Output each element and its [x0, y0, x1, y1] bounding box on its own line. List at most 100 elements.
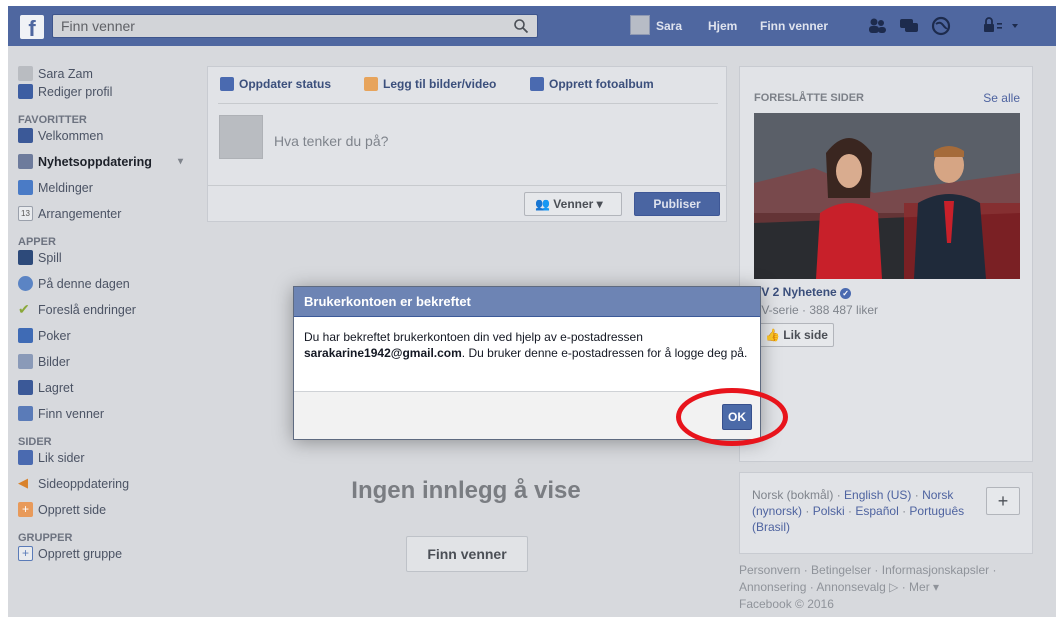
footer-links: Personvern · Betingelser · Informasjonsk…	[739, 562, 1039, 613]
caret-down-icon[interactable]: ▾	[178, 154, 183, 170]
suggested-pages-title: FORESLÅTTE SIDER	[754, 92, 865, 104]
sidebar-item-pages-feed[interactable]: ◀ Sideoppdatering	[18, 476, 208, 502]
sidebar-item-news-feed[interactable]: Nyhetsoppdatering ▾	[18, 154, 208, 180]
album-icon	[530, 77, 544, 91]
sidebar-item-saved[interactable]: Lagret	[18, 380, 208, 406]
home-link[interactable]: Hjem	[708, 19, 737, 33]
user-avatar[interactable]	[630, 15, 650, 35]
sidebar-item-label: Lik sider	[38, 451, 85, 465]
tab-label: Oppdater status	[239, 77, 332, 91]
find-friends-link[interactable]: Finn venner	[760, 19, 828, 33]
pencil-icon	[18, 84, 33, 99]
tab-create-album[interactable]: Opprett fotoalbum	[530, 77, 654, 91]
sidebar-item-find-friends[interactable]: Finn venner	[18, 406, 208, 432]
thumbs-up-icon	[18, 450, 33, 465]
language-link[interactable]: Polski	[813, 504, 845, 518]
bookmark-icon	[18, 380, 33, 395]
page-name: TV 2 Nyhetene	[754, 285, 837, 299]
status-input[interactable]: Hva tenker du på?	[274, 133, 388, 149]
adchoices-icon: ▷	[889, 580, 899, 594]
sidebar-item-poker[interactable]: Poker	[18, 328, 208, 354]
sidebar-item-welcome[interactable]: Velkommen	[18, 128, 208, 154]
copyright: Facebook © 2016	[739, 597, 834, 611]
sidebar-heading-favorites: FAVORITTER	[18, 114, 87, 126]
dialog-body: Du har bekreftet brukerkontoen din ved h…	[294, 317, 760, 391]
sidebar-item-edit-profile[interactable]: Rediger profil	[18, 84, 208, 110]
friends-icon: 👥	[535, 197, 550, 211]
audience-selector[interactable]: 👥 Venner ▾	[524, 192, 622, 216]
search-input[interactable]	[53, 15, 493, 37]
language-link[interactable]: Español	[855, 504, 898, 518]
sidebar-item-messages[interactable]: Meldinger	[18, 180, 208, 206]
footer-text: Annonsering · Annonsevalg	[739, 580, 886, 594]
profile-link[interactable]: Sara	[656, 19, 682, 33]
sidebar-item-label: Finn venner	[38, 407, 105, 421]
left-sidebar: Sara Zam Rediger profil FAVORITTER Velko…	[18, 66, 208, 572]
status-composer: Oppdater status Legg til bilder/video Op…	[207, 66, 727, 222]
sidebar-item-label: Spill	[38, 251, 62, 265]
photo-icon	[364, 77, 378, 91]
sidebar-item-label: Opprett side	[38, 503, 107, 517]
privacy-shortcuts-icon[interactable]	[982, 16, 1030, 36]
audience-label: Venner	[553, 197, 594, 211]
calendar-icon: 13	[18, 206, 33, 221]
search-icon[interactable]	[513, 18, 529, 34]
page-cover-photo[interactable]	[754, 113, 1020, 279]
sidebar-item-photos[interactable]: Bilder	[18, 354, 208, 380]
like-page-label: Lik side	[783, 328, 828, 342]
sidebar-item-label: Velkommen	[38, 129, 104, 143]
friends-icon	[18, 406, 33, 421]
messages-icon	[18, 180, 33, 195]
footer-text: · Mer ▾	[901, 580, 940, 594]
sidebar-item-events[interactable]: 13 Arrangementer	[18, 206, 208, 232]
news-feed-icon	[18, 154, 33, 169]
caret-down-icon: ▾	[596, 197, 603, 211]
games-icon	[18, 250, 33, 265]
messages-icon[interactable]	[898, 16, 920, 36]
sidebar-heading-pages: SIDER	[18, 436, 52, 448]
facebook-logo[interactable]: f	[20, 15, 44, 41]
sidebar-item-create-group[interactable]: + Opprett gruppe	[18, 546, 208, 572]
see-all-link[interactable]: Se alle	[983, 91, 1020, 105]
tab-label: Legg til bilder/video	[383, 77, 497, 91]
page-name-link[interactable]: TV 2 Nyhetene ✓	[754, 285, 852, 299]
sidebar-item-games[interactable]: Spill	[18, 250, 208, 276]
notifications-globe-icon[interactable]	[930, 16, 952, 36]
suggested-pages-card: FORESLÅTTE SIDER Se alle TV 2 Nyhetene ✓…	[739, 66, 1033, 462]
find-friends-button[interactable]: Finn venner	[406, 536, 528, 572]
sidebar-item-suggest-edits[interactable]: ✔ Foreslå endringer	[18, 302, 208, 328]
tab-update-status[interactable]: Oppdater status	[220, 77, 331, 91]
composer-avatar	[219, 115, 263, 159]
pencil-icon	[220, 77, 234, 91]
sidebar-item-label: Rediger profil	[38, 85, 113, 99]
facebook-icon	[18, 128, 33, 143]
sidebar-item-label: Sara Zam	[38, 67, 93, 81]
language-list: Norsk (bokmål) · English (US) · Norsk (n…	[752, 488, 965, 534]
footer-line[interactable]: Personvern · Betingelser · Informasjonsk…	[739, 562, 1039, 579]
sidebar-item-on-this-day[interactable]: På denne dagen	[18, 276, 208, 302]
profile-avatar-icon	[18, 66, 33, 81]
tab-add-photo-video[interactable]: Legg til bilder/video	[364, 77, 496, 91]
sidebar-item-label: Poker	[38, 329, 71, 343]
sidebar-item-like-pages[interactable]: Lik sider	[18, 450, 208, 476]
search-box[interactable]	[52, 14, 538, 38]
sidebar-item-label: Lagret	[38, 381, 74, 395]
dialog-email: sarakarine1942@gmail.com	[304, 346, 462, 360]
thumbs-up-icon: 👍	[765, 328, 780, 342]
composer-footer: 👥 Venner ▾ Publiser	[208, 185, 726, 221]
footer-line[interactable]: Annonsering · Annonsevalg ▷ · Mer ▾	[739, 579, 1039, 596]
current-language: Norsk (bokmål)	[752, 488, 834, 502]
sidebar-item-create-page[interactable]: + Opprett side	[18, 502, 208, 528]
more-languages-button[interactable]: +	[986, 487, 1020, 515]
publish-button[interactable]: Publiser	[634, 192, 720, 216]
checkmark-icon: ✔	[18, 301, 30, 317]
language-link[interactable]: English (US)	[844, 488, 911, 502]
sidebar-item-label: På denne dagen	[38, 277, 130, 291]
clock-icon	[18, 276, 33, 291]
highlight-circle	[676, 388, 788, 446]
photos-icon	[18, 354, 33, 369]
plus-icon: +	[18, 546, 33, 561]
sidebar-item-label: Arrangementer	[38, 207, 122, 221]
like-page-button[interactable]: 👍 Lik side	[754, 323, 834, 347]
friend-requests-icon[interactable]	[866, 16, 888, 36]
